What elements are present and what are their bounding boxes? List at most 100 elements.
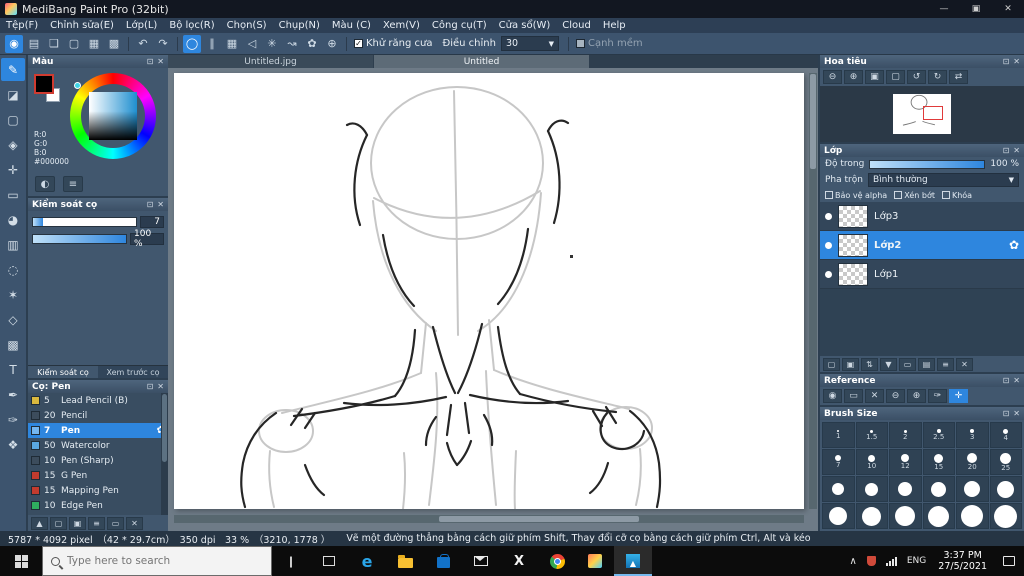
rotate-right-icon[interactable]: ↻ <box>928 70 947 84</box>
redo-icon[interactable]: ↷ <box>154 35 172 53</box>
doc-tab-untitled[interactable]: Untitled <box>374 55 589 68</box>
layer-settings-gear-icon[interactable]: ✿ <box>1009 238 1019 252</box>
layer-clip-icon[interactable]: ▤ <box>918 357 935 371</box>
brush-size-option[interactable]: 1 <box>822 422 855 448</box>
flip-icon[interactable]: ⇄ <box>949 70 968 84</box>
layer-visibility-icon[interactable] <box>825 241 832 249</box>
brush-size-slider[interactable] <box>32 217 137 227</box>
taskbar-edge[interactable]: e <box>348 546 386 576</box>
lock-checkbox[interactable]: Khóa <box>941 191 972 200</box>
layer-opacity-slider[interactable] <box>869 159 986 169</box>
layer-visibility-icon[interactable] <box>825 212 832 220</box>
brush-size-option[interactable] <box>922 476 955 502</box>
zoom-out-icon[interactable]: ⊖ <box>823 70 842 84</box>
eyedropper-tool-icon[interactable]: ✑ <box>1 408 25 431</box>
brush-opacity-slider[interactable] <box>32 234 127 244</box>
brush-config-icon[interactable]: ◉ <box>5 34 23 53</box>
zoom-in-icon[interactable]: ⊕ <box>844 70 863 84</box>
reference-zoom-in-icon[interactable]: ⊕ <box>907 389 926 403</box>
action-center-button[interactable] <box>994 546 1024 576</box>
layout-icon[interactable]: ▦ <box>85 35 103 53</box>
text-tool-icon[interactable]: T <box>1 358 25 381</box>
brush-folder-icon[interactable]: ▭ <box>107 516 124 530</box>
popout-icon[interactable]: ⊡ <box>1003 409 1010 418</box>
snap-grid-icon[interactable]: ▦ <box>223 35 241 53</box>
taskbar-store[interactable] <box>424 546 462 576</box>
add-brush-icon[interactable]: ▢ <box>50 516 67 530</box>
brush-size-option[interactable] <box>855 503 888 529</box>
save-icon[interactable]: ▤ <box>25 35 43 53</box>
tab-brush-preview[interactable]: Xem trước cọ <box>98 365 168 378</box>
brush-size-option[interactable]: 1.5 <box>855 422 888 448</box>
popout-icon[interactable]: ⊡ <box>1003 57 1010 66</box>
brush-menu-icon[interactable]: ≡ <box>88 516 105 530</box>
brush-size-option[interactable] <box>822 503 855 529</box>
brush-item-lead-pencil[interactable]: 5 Lead Pencil (B) <box>28 393 168 408</box>
popout-icon[interactable]: ⊡ <box>1003 146 1010 155</box>
brush-up-icon[interactable]: ▲ <box>31 516 48 530</box>
taskbar-search[interactable] <box>42 546 272 576</box>
brush-size-option[interactable]: 12 <box>889 449 922 475</box>
brush-size-option[interactable]: 25 <box>989 449 1022 475</box>
duplicate-brush-icon[interactable]: ▣ <box>69 516 86 530</box>
clipping-checkbox[interactable]: Xén bớt <box>894 191 935 200</box>
menu-edit[interactable]: Chỉnh sửa(E) <box>44 18 120 33</box>
menu-help[interactable]: Help <box>597 18 632 33</box>
popout-icon[interactable]: ⊡ <box>1003 376 1010 385</box>
menu-filter[interactable]: Bộ lọc(R) <box>163 18 220 33</box>
close-icon[interactable]: ✕ <box>1013 146 1020 155</box>
snap-radial-icon[interactable]: ✳ <box>263 35 281 53</box>
zoom-fit-icon[interactable]: ▣ <box>865 70 884 84</box>
menu-window[interactable]: Cửa sổ(W) <box>493 18 557 33</box>
menu-file[interactable]: Tệp(F) <box>0 18 44 33</box>
brush-list-scrollbar[interactable] <box>161 393 168 515</box>
brush-size-option[interactable] <box>855 476 888 502</box>
brush-size-option[interactable] <box>822 476 855 502</box>
brush-size-option[interactable] <box>956 503 989 529</box>
menu-color[interactable]: Màu (C) <box>326 18 377 33</box>
layer-row-lop2-selected[interactable]: Lớp2 ✿ <box>820 231 1024 260</box>
move-tool-icon[interactable]: ✛ <box>1 158 25 181</box>
taskbar-medibang[interactable] <box>576 546 614 576</box>
layer-visibility-icon[interactable] <box>825 270 832 278</box>
reference-eyedropper-icon[interactable]: ✑ <box>928 389 947 403</box>
canvas-vertical-scrollbar[interactable] <box>809 73 817 509</box>
divide-tool-icon[interactable]: ▩ <box>1 333 25 356</box>
undo-icon[interactable]: ↶ <box>134 35 152 53</box>
drawing-canvas[interactable] <box>174 73 804 510</box>
layer-menu-icon[interactable]: ≡ <box>937 357 954 371</box>
rotate-left-icon[interactable]: ↺ <box>907 70 926 84</box>
brush-size-option[interactable]: 7 <box>822 449 855 475</box>
restore-button[interactable]: ▣ <box>960 0 992 18</box>
security-shield-icon[interactable] <box>862 556 881 566</box>
menu-view[interactable]: Xem(V) <box>377 18 426 33</box>
brush-opacity-value[interactable]: 100 % <box>130 229 164 249</box>
search-input[interactable] <box>67 555 237 567</box>
brush-size-option[interactable] <box>956 476 989 502</box>
select-pen-tool-icon[interactable]: ✒ <box>1 383 25 406</box>
pen-tool-icon[interactable]: ✎ <box>1 58 25 81</box>
close-button[interactable]: ✕ <box>992 0 1024 18</box>
tray-expand-icon[interactable]: ∧ <box>845 556 862 567</box>
close-icon[interactable]: ✕ <box>1013 57 1020 66</box>
minimize-button[interactable]: — <box>928 0 960 18</box>
zoom-100-icon[interactable]: ▢ <box>886 70 905 84</box>
navigator-viewport-rect[interactable] <box>923 106 943 120</box>
navigator-thumbnail[interactable] <box>893 94 951 134</box>
brush-size-option[interactable]: 2.5 <box>922 422 955 448</box>
brush-size-option[interactable]: 20 <box>956 449 989 475</box>
menu-layer[interactable]: Lớp(L) <box>120 18 163 33</box>
wand-tool-icon[interactable]: ✶ <box>1 283 25 306</box>
transform-tool-icon[interactable]: ◇ <box>1 308 25 331</box>
canvas-horizontal-scrollbar[interactable] <box>174 515 804 523</box>
layer-blend-dropdown[interactable]: Bình thường ▼ <box>867 173 1019 187</box>
close-icon[interactable]: ✕ <box>1013 409 1020 418</box>
brush-item-mapping-pen[interactable]: 15 Mapping Pen <box>28 483 168 498</box>
menu-cloud[interactable]: Cloud <box>556 18 597 33</box>
brush-item-edge-pen[interactable]: 10 Edge Pen <box>28 498 168 513</box>
layer-row-lop3[interactable]: Lớp3 <box>820 202 1024 231</box>
smudge-tool-icon[interactable]: ▢ <box>1 108 25 131</box>
layer-folder-icon[interactable]: ▭ <box>899 357 916 371</box>
close-icon[interactable]: ✕ <box>1013 376 1020 385</box>
language-indicator[interactable]: ENG <box>902 556 931 566</box>
